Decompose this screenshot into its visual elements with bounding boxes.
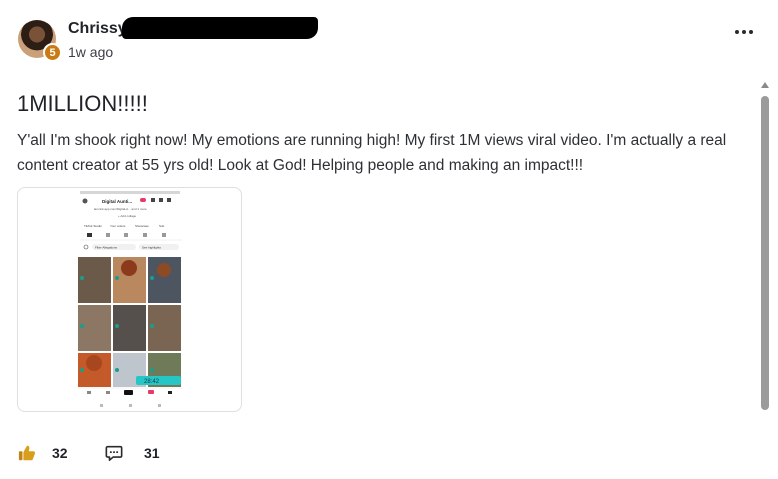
profile-name: Digital Aunti... <box>102 199 132 204</box>
like-count: 32 <box>52 445 68 461</box>
comment-icon <box>105 445 123 462</box>
video-grid <box>78 257 181 387</box>
dot-icon <box>742 30 746 34</box>
comment-button[interactable]: 31 <box>105 444 160 462</box>
scroll-up-arrow-icon[interactable] <box>761 82 769 88</box>
scrollbar[interactable] <box>758 82 772 479</box>
more-options-button[interactable] <box>730 22 758 42</box>
add-collage: + Add collage <box>118 214 136 218</box>
filter-1: See highlights <box>142 246 161 250</box>
shortcut-3: Sub <box>159 224 165 228</box>
shortcut-2: Showcase <box>135 224 149 228</box>
post-time: 1w ago <box>68 44 114 60</box>
comment-count: 31 <box>144 445 160 461</box>
like-button[interactable]: 32 <box>18 444 68 462</box>
thumbs-up-icon <box>18 445 36 461</box>
post-title: 1MILLION!!!!! <box>17 91 148 116</box>
dot-icon <box>749 30 753 34</box>
dot-icon <box>735 30 739 34</box>
level-badge: 5 <box>43 43 62 62</box>
author-name[interactable]: Chrissy <box>68 20 127 38</box>
video-timer: 28:42 <box>144 379 160 385</box>
scrollbar-thumb[interactable] <box>761 96 769 410</box>
post-body: Y'all I'm shook right now! My emotions a… <box>17 132 727 174</box>
profile-link: lamnnk.app.com/Digital-A... and 1 more <box>94 207 147 211</box>
redaction-bar <box>122 17 318 39</box>
phone-screenshot: Digital Aunti... lamnnk.app.com/Digital-… <box>76 188 186 411</box>
attached-image[interactable]: Digital Aunti... lamnnk.app.com/Digital-… <box>17 187 242 412</box>
shortcut-1: Your orders <box>110 224 126 228</box>
shortcut-0: TikTok Studio <box>84 224 102 228</box>
filter-0: Filter Allegations <box>95 246 118 250</box>
